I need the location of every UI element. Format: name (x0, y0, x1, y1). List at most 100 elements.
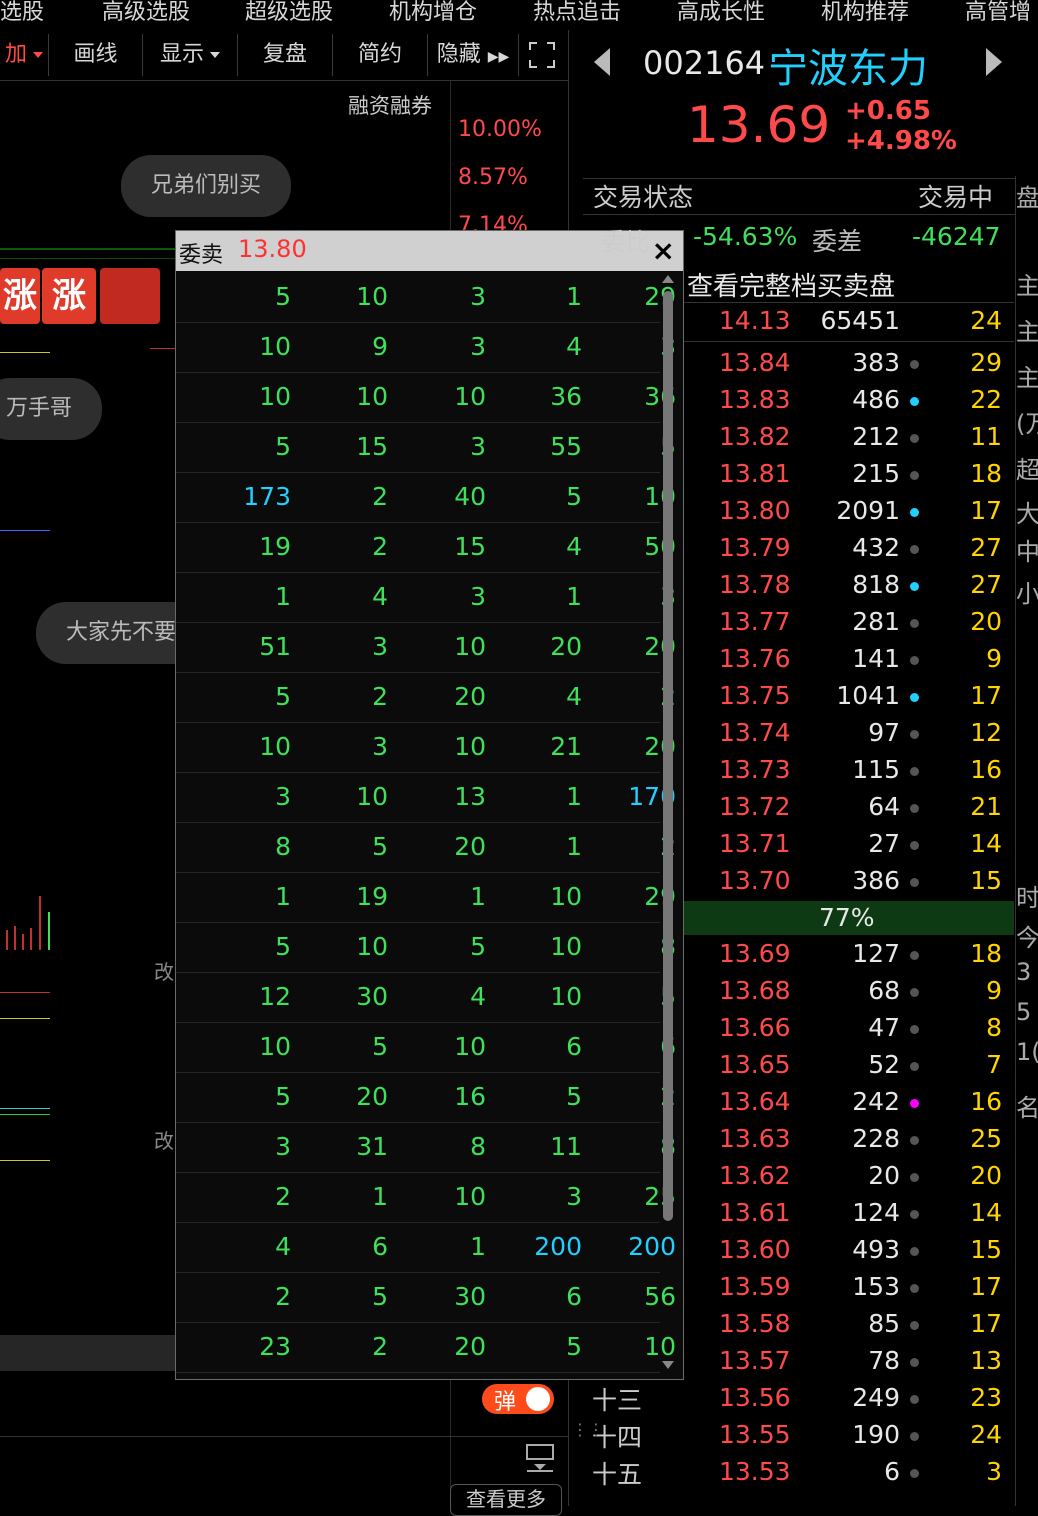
order-volume-cell: 12 (259, 982, 291, 1011)
order-volume-cell: 10 (259, 382, 291, 411)
ask-row[interactable]: 13.81 215 18 (684, 457, 1014, 494)
level-price: 13.66 (719, 1013, 791, 1042)
display-button[interactable]: 显示 (143, 34, 238, 76)
ask-row[interactable]: 13.77 281 20 (684, 605, 1014, 642)
hide-button[interactable]: 隐藏 ▶▶ (428, 34, 519, 76)
nav-institution-increase[interactable]: 机构增仓 (389, 0, 477, 26)
add-button[interactable]: 加 (0, 34, 49, 76)
ask-row[interactable]: 13.84 383 29 (684, 346, 1014, 383)
order-volume-cell: 8 (470, 1132, 486, 1161)
bid-row[interactable]: 13.64 242 16 (684, 1085, 1014, 1122)
ask-row[interactable]: 13.82 212 11 (684, 420, 1014, 457)
ask-row[interactable]: 13.70 386 15 (684, 864, 1014, 901)
scroll-up-icon[interactable] (662, 275, 674, 283)
panel-toggle-icon[interactable] (524, 1442, 558, 1476)
order-volume-cell: 5 (470, 932, 486, 961)
order-volume-cell: 20 (550, 632, 582, 661)
view-more-button[interactable]: 查看更多 (450, 1484, 562, 1516)
ask-row[interactable]: 13.76 141 9 (684, 642, 1014, 679)
volume-change-dot-icon (910, 730, 919, 739)
level-order-count: 17 (970, 1272, 1002, 1301)
bid-row[interactable]: 十四 13.55 190 24 (592, 1418, 1014, 1455)
simple-mode-button[interactable]: 简约 (333, 34, 428, 76)
popup-toggle[interactable]: 弹 (482, 1384, 554, 1415)
bid-row[interactable]: 13.59 153 17 (684, 1270, 1014, 1307)
level-price: 13.83 (719, 385, 791, 414)
right-edge-label: 主 (1016, 318, 1038, 346)
price-line (0, 248, 176, 250)
indicator-line (0, 1160, 50, 1161)
level-volume: 47 (868, 1013, 900, 1042)
volume-change-dot-icon (910, 397, 919, 406)
level-order-count: 29 (970, 348, 1002, 377)
fullscreen-button[interactable] (520, 34, 564, 76)
nav-super-select[interactable]: 超级选股 (245, 0, 333, 26)
nav-high-growth[interactable]: 高成长性 (677, 0, 765, 26)
modify-label[interactable]: 改 (154, 1125, 174, 1154)
bid-row[interactable]: 13.69 127 18 (684, 937, 1014, 974)
comment-bubble[interactable]: 万手哥 (0, 378, 103, 440)
bid-row[interactable]: 13.60 493 15 (684, 1233, 1014, 1270)
volume-change-dot-icon (910, 951, 919, 960)
order-volume-cell: 36 (550, 382, 582, 411)
ask-row[interactable]: 13.79 432 27 (684, 531, 1014, 568)
level-order-count: 3 (986, 1457, 1002, 1486)
level-price: 13.59 (719, 1272, 791, 1301)
level-price: 13.84 (719, 348, 791, 377)
bid-row[interactable]: 13.57 78 13 (684, 1344, 1014, 1381)
bid-row[interactable]: 13.61 124 14 (684, 1196, 1014, 1233)
bid-row[interactable]: 13.68 68 9 (684, 974, 1014, 1011)
level-volume: 97 (868, 718, 900, 747)
volume-change-dot-icon (910, 619, 919, 628)
bid-row[interactable]: 13.66 47 8 (684, 1011, 1014, 1048)
drag-handle-icon[interactable]: ⋮⋮ (572, 1420, 604, 1439)
level-order-count: 27 (970, 570, 1002, 599)
bid-row[interactable]: 13.62 20 20 (684, 1159, 1014, 1196)
level-order-count: 7 (986, 1050, 1002, 1079)
nav-advanced-select[interactable]: 高级选股 (102, 0, 190, 26)
level-volume: 486 (852, 385, 900, 414)
order-volume-cell: 10 (356, 282, 388, 311)
level-volume: 64 (868, 792, 900, 821)
bid-row[interactable]: 十三 13.56 249 23 (592, 1381, 1014, 1418)
scroll-down-icon[interactable] (662, 1361, 674, 1369)
bid-row[interactable]: 13.58 85 17 (684, 1307, 1014, 1344)
right-edge-label: 3 (1016, 958, 1032, 986)
nav-institution-recommend[interactable]: 机构推荐 (821, 0, 909, 26)
level-price: 13.82 (719, 422, 791, 451)
ask-row[interactable]: 13.80 2091 17 (684, 494, 1014, 531)
ask-row[interactable]: 13.73 115 16 (684, 753, 1014, 790)
right-edge-label: 时 (1016, 884, 1038, 912)
nav-select-stock[interactable]: 选股 (0, 0, 44, 26)
volume-change-dot-icon (910, 471, 919, 480)
bid-row[interactable]: 13.65 52 7 (684, 1048, 1014, 1085)
close-icon[interactable]: × (652, 235, 675, 267)
order-volume-cell: 19 (356, 882, 388, 911)
next-stock-icon[interactable] (986, 48, 1002, 76)
level-order-count: 25 (970, 1124, 1002, 1153)
ask-row[interactable]: 13.72 64 21 (684, 790, 1014, 827)
bid-row[interactable]: 13.63 228 25 (684, 1122, 1014, 1159)
bid-row[interactable]: 十五 13.53 6 3 (592, 1455, 1014, 1492)
bid-diff-label: 委差 (812, 227, 863, 256)
margin-trading-label[interactable]: 融资融券 (348, 90, 432, 120)
ask-row[interactable]: 13.78 818 27 (684, 568, 1014, 605)
popup-scrollbar[interactable] (663, 291, 673, 1221)
volume-change-dot-icon (910, 767, 919, 776)
comment-bubble[interactable]: 兄弟们别买 (121, 155, 292, 217)
level-order-count: 9 (986, 644, 1002, 673)
volume-change-dot-icon (910, 1136, 919, 1145)
nav-hot-chase[interactable]: 热点追击 (533, 0, 621, 26)
prev-stock-icon[interactable] (594, 48, 610, 76)
replay-button[interactable]: 复盘 (238, 34, 333, 76)
full-order-book-link[interactable]: 查看完整档买卖盘 (687, 266, 895, 303)
nav-exec-increase[interactable]: 高管增 (965, 0, 1031, 26)
order-volume-cell: 1 (566, 582, 582, 611)
ask-row[interactable]: 13.75 1041 17 (684, 679, 1014, 716)
ask-row[interactable]: 13.71 27 14 (684, 827, 1014, 864)
modify-label[interactable]: 改 (154, 956, 174, 985)
ask-row[interactable]: 13.74 97 12 (684, 716, 1014, 753)
order-volume-cell: 1 (275, 882, 291, 911)
draw-line-button[interactable]: 画线 (49, 34, 143, 76)
ask-row[interactable]: 13.83 486 22 (684, 383, 1014, 420)
